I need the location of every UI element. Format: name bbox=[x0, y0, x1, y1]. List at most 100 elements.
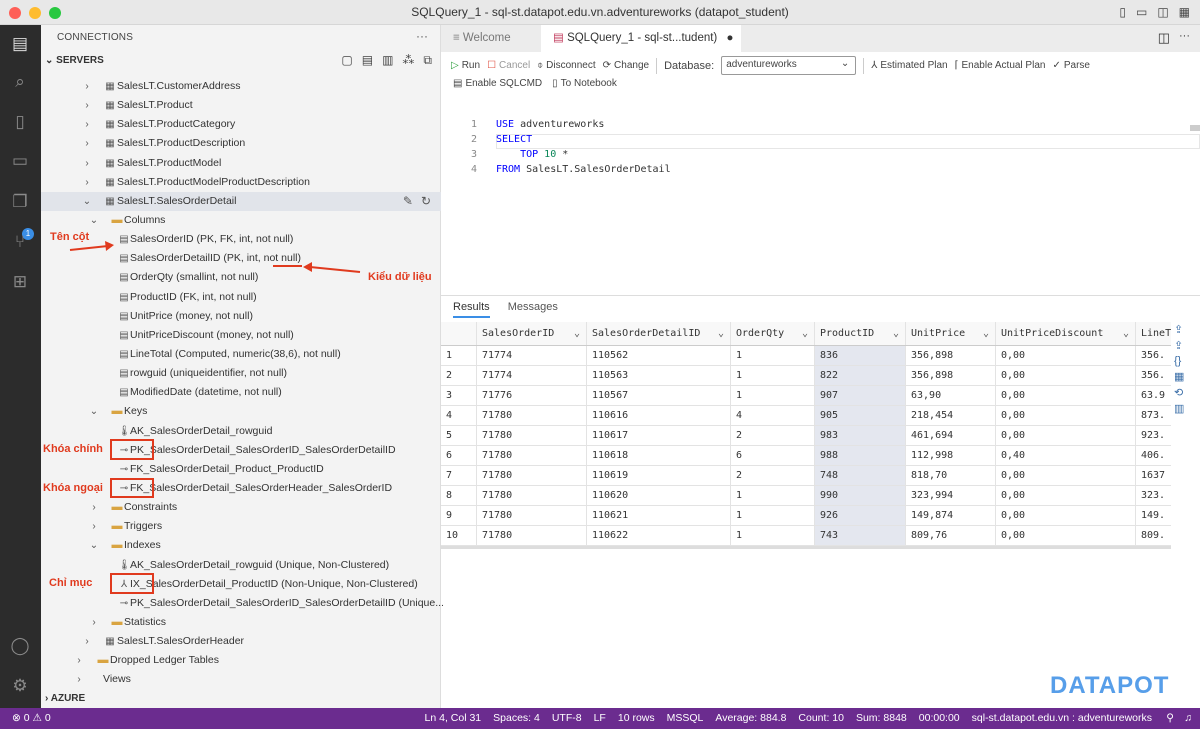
row-number[interactable]: 5 bbox=[441, 426, 477, 445]
tree-item[interactable]: › Views bbox=[41, 670, 441, 689]
row-number[interactable]: 3 bbox=[441, 386, 477, 405]
table-cell[interactable]: 0,40 bbox=[996, 446, 1136, 465]
chevron-right-icon[interactable]: › bbox=[82, 115, 92, 134]
save-json-icon[interactable]: {} bbox=[1174, 355, 1184, 367]
row-number[interactable]: 10 bbox=[441, 526, 477, 545]
table-row[interactable]: 2 71774 110563 1 822 356,898 0,00 356. bbox=[441, 366, 1171, 386]
table-cell[interactable]: 63.9 bbox=[1136, 386, 1171, 405]
chevron-right-icon[interactable]: › bbox=[89, 517, 99, 536]
table-cell[interactable]: 110622 bbox=[587, 526, 731, 545]
table-cell[interactable]: 110619 bbox=[587, 466, 731, 485]
table-cell[interactable]: 0,00 bbox=[996, 526, 1136, 545]
cursor-position[interactable]: Ln 4, Col 31 bbox=[425, 708, 482, 729]
refresh-icon[interactable]: ↻ bbox=[421, 192, 431, 211]
tree-item[interactable]: ⊸ PK_SalesOrderDetail_SalesOrderID_SalesO… bbox=[41, 594, 444, 613]
table-cell[interactable]: 110618 bbox=[587, 446, 731, 465]
tree-item[interactable]: ▤ UnitPrice (money, not null) bbox=[41, 307, 441, 326]
table-cell[interactable]: 6 bbox=[731, 446, 815, 465]
chevron-right-icon[interactable]: › bbox=[82, 154, 92, 173]
row-number[interactable]: 6 bbox=[441, 446, 477, 465]
notebooks-icon[interactable]: ▯ bbox=[9, 111, 31, 133]
dashboard-icon[interactable]: ▭ bbox=[9, 150, 31, 172]
chevron-right-icon[interactable]: › bbox=[82, 173, 92, 192]
column-menu-chevron-icon[interactable]: ⌄ bbox=[718, 322, 724, 345]
table-cell[interactable]: 110620 bbox=[587, 486, 731, 505]
azure-section[interactable]: › AZURE bbox=[45, 693, 85, 704]
table-cell[interactable]: 923. bbox=[1136, 426, 1171, 445]
table-cell[interactable]: 461,694 bbox=[906, 426, 996, 445]
table-cell[interactable]: 71774 bbox=[477, 366, 587, 385]
table-cell[interactable]: 110617 bbox=[587, 426, 731, 445]
line-ending[interactable]: LF bbox=[594, 708, 606, 729]
tree-item[interactable]: ⊸ FK_SalesOrderDetail_Product_ProductID bbox=[41, 460, 441, 479]
chevron-down-icon[interactable]: ⌄ bbox=[89, 211, 99, 230]
table-cell[interactable]: 1 bbox=[731, 506, 815, 525]
results-grid[interactable]: SalesOrderID ⌄ SalesOrderDetailID ⌄ OrderQty… bbox=[441, 322, 1171, 549]
language-mode[interactable]: MSSQL bbox=[667, 708, 704, 729]
table-cell[interactable]: 110563 bbox=[587, 366, 731, 385]
table-row[interactable]: 4 71780 110616 4 905 218,454 0,00 873. bbox=[441, 406, 1171, 426]
database-select[interactable]: adventureworks ⌄ bbox=[721, 56, 857, 75]
tree-item[interactable]: ⅄ IX_SalesOrderDetail_ProductID (Non-Uniq… bbox=[41, 575, 441, 594]
tree-item[interactable]: 🌡 AK_SalesOrderDetail_rowguid (Unique, No… bbox=[41, 556, 441, 575]
column-header[interactable]: LineT bbox=[1136, 322, 1171, 345]
table-cell[interactable]: 71780 bbox=[477, 446, 587, 465]
row-number[interactable]: 2 bbox=[441, 366, 477, 385]
customize-layout-icon[interactable]: ▦ bbox=[1179, 0, 1190, 25]
row-number[interactable]: 9 bbox=[441, 506, 477, 525]
table-cell[interactable]: 71780 bbox=[477, 486, 587, 505]
tree-item[interactable]: › ▦ SalesLT.SalesOrderHeader bbox=[41, 632, 441, 651]
account-icon[interactable]: ◯ bbox=[9, 635, 31, 657]
editor-scrollbar[interactable] bbox=[1190, 125, 1200, 131]
table-cell[interactable]: 0,00 bbox=[996, 486, 1136, 505]
table-row[interactable]: 6 71780 110618 6 988 112,998 0,40 406. bbox=[441, 446, 1171, 466]
tree-item[interactable]: › ▬ Dropped Ledger Tables bbox=[41, 651, 441, 670]
row-number[interactable]: 7 bbox=[441, 466, 477, 485]
column-header[interactable]: UnitPrice ⌄ bbox=[906, 322, 996, 345]
tree-item[interactable]: ▤ rowguid (uniqueidentifier, not null) bbox=[41, 364, 441, 383]
table-cell[interactable]: 218,454 bbox=[906, 406, 996, 425]
chevron-right-icon[interactable]: › bbox=[82, 134, 92, 153]
extensions-icon[interactable]: ⊞ bbox=[9, 271, 31, 293]
tree-item[interactable]: › ▦ SalesLT.ProductModel bbox=[41, 154, 441, 173]
table-cell[interactable]: 809. bbox=[1136, 526, 1171, 545]
table-cell[interactable]: 356. bbox=[1136, 366, 1171, 385]
new-server-group-icon[interactable]: ▥ bbox=[382, 53, 393, 68]
save-excel-icon[interactable]: ⇪ bbox=[1174, 339, 1184, 352]
chevron-right-icon[interactable]: › bbox=[89, 498, 99, 517]
split-editor-icon[interactable]: ◫ bbox=[1158, 30, 1170, 46]
table-cell[interactable]: 63,90 bbox=[906, 386, 996, 405]
table-cell[interactable]: 356,898 bbox=[906, 346, 996, 365]
connection-info[interactable]: sql-st.datapot.edu.vn : adventureworks bbox=[972, 708, 1152, 729]
table-cell[interactable]: 1 bbox=[731, 386, 815, 405]
table-cell[interactable]: 983 bbox=[815, 426, 906, 445]
chevron-down-icon[interactable]: ⌄ bbox=[89, 402, 99, 421]
table-cell[interactable]: 1 bbox=[731, 346, 815, 365]
column-menu-chevron-icon[interactable]: ⌄ bbox=[1123, 322, 1129, 345]
problems-indicator[interactable]: ⊗ 0 ⚠ 0 bbox=[12, 708, 51, 729]
enable-actual-plan-button[interactable]: ⌈ Enable Actual Plan bbox=[955, 60, 1046, 71]
table-cell[interactable]: 2 bbox=[731, 426, 815, 445]
save-csv-icon[interactable]: ⇪ bbox=[1174, 323, 1184, 336]
table-cell[interactable]: 149. bbox=[1136, 506, 1171, 525]
table-cell[interactable]: 110616 bbox=[587, 406, 731, 425]
table-cell[interactable]: 71774 bbox=[477, 346, 587, 365]
table-cell[interactable]: 0,00 bbox=[996, 346, 1136, 365]
column-header[interactable]: ProductID ⌄ bbox=[815, 322, 906, 345]
table-cell[interactable]: 809,76 bbox=[906, 526, 996, 545]
sql-editor[interactable]: 1 USE adventureworks 2 SELECT 3 TOP 10 * 4 FRO… bbox=[441, 93, 1200, 293]
table-cell[interactable]: 323,994 bbox=[906, 486, 996, 505]
table-cell[interactable]: 71780 bbox=[477, 466, 587, 485]
explorer-icon[interactable]: ❐ bbox=[9, 191, 31, 213]
chevron-right-icon[interactable]: › bbox=[82, 632, 92, 651]
disconnect-button[interactable]: ⌽ Disconnect bbox=[537, 60, 595, 71]
minimize-window-button[interactable] bbox=[29, 7, 41, 19]
table-cell[interactable]: 926 bbox=[815, 506, 906, 525]
column-menu-chevron-icon[interactable]: ⌄ bbox=[802, 322, 808, 345]
tree-item[interactable]: › ▬ Constraints bbox=[41, 498, 441, 517]
to-notebook-button[interactable]: ▯ To Notebook bbox=[552, 78, 617, 89]
table-cell[interactable]: 748 bbox=[815, 466, 906, 485]
table-cell[interactable]: 0,00 bbox=[996, 386, 1136, 405]
more-actions-icon[interactable]: ··· bbox=[1179, 30, 1190, 42]
table-cell[interactable]: 71780 bbox=[477, 406, 587, 425]
